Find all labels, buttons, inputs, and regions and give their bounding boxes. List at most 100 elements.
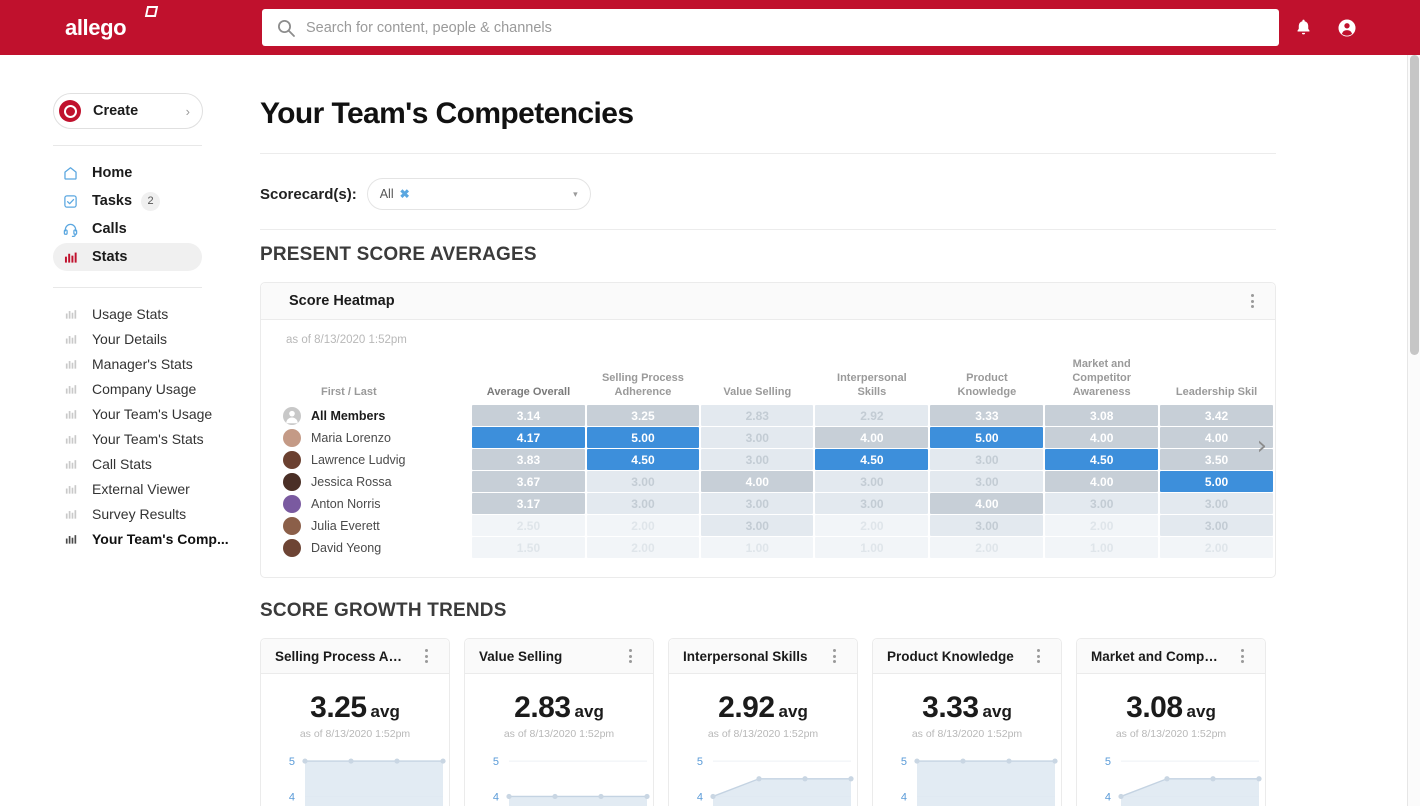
sidebar-item-stats[interactable]: Stats	[53, 243, 202, 271]
bell-icon[interactable]	[1293, 17, 1314, 38]
table-row[interactable]: Maria Lorenzo 4.17 5.00 3.00 4.00 5.00 4.00 4.0…	[283, 427, 1273, 449]
scorecard-select[interactable]: All ✖ ▾	[366, 178, 591, 210]
heatmap-score-cell[interactable]: 3.42	[1160, 405, 1273, 427]
heatmap-score-cell[interactable]: 2.83	[701, 405, 814, 427]
more-options-icon[interactable]	[1029, 647, 1047, 665]
heatmap-score-cell[interactable]: 3.25	[586, 405, 700, 427]
heatmap-score-cell[interactable]: 3.00	[815, 493, 929, 515]
heatmap-score-cell[interactable]: 1.50	[472, 537, 585, 559]
heatmap-score-cell[interactable]: 2.00	[1160, 537, 1273, 559]
table-row[interactable]: David Yeong 1.50 2.00 1.00 1.00 2.00 1.00 2.00	[283, 537, 1273, 559]
heatmap-score-cell[interactable]: 3.17	[472, 493, 585, 515]
table-row[interactable]: All Members 3.14 3.25 2.83 2.92 3.33 3.08 3.42	[283, 405, 1273, 427]
heatmap-score-cell[interactable]: 3.00	[701, 427, 814, 449]
sidebar-item-home[interactable]: Home	[53, 159, 202, 187]
heatmap-score-cell[interactable]: 3.33	[930, 405, 1044, 427]
table-row[interactable]: Lawrence Ludvig 3.83 4.50 3.00 4.50 3.00 4.50 3…	[283, 449, 1273, 471]
heatmap-score-cell[interactable]: 3.00	[930, 515, 1044, 537]
table-row[interactable]: Jessica Rossa 3.67 3.00 4.00 3.00 3.00 4.00 5.0…	[283, 471, 1273, 493]
bar-chart-icon	[61, 504, 80, 523]
heatmap-score-cell[interactable]: 4.00	[1045, 427, 1159, 449]
more-options-icon[interactable]	[417, 647, 435, 665]
sidebar-subitem-your-team-s-comp[interactable]: Your Team's Comp...	[53, 526, 229, 551]
heatmap-score-cell[interactable]: 3.00	[1045, 493, 1159, 515]
heatmap-score-cell[interactable]: 2.00	[586, 537, 700, 559]
heatmap-score-cell[interactable]: 3.00	[930, 471, 1044, 493]
more-options-icon[interactable]	[1243, 292, 1261, 310]
heatmap-score-cell[interactable]: 3.14	[472, 405, 585, 427]
heatmap-member-cell: Julia Everett	[283, 515, 470, 536]
sidebar-subitem-external-viewer[interactable]: External Viewer	[53, 476, 216, 501]
heatmap-score-cell[interactable]: 3.00	[815, 471, 929, 493]
bar-chart-icon	[61, 248, 80, 267]
more-options-icon[interactable]	[621, 647, 639, 665]
heatmap-score-cell[interactable]: 4.00	[930, 493, 1044, 515]
heatmap-score-cell[interactable]: 5.00	[1160, 471, 1273, 493]
heatmap-column-header: Selling Process Adherence	[601, 371, 684, 398]
heatmap-score-cell[interactable]: 4.50	[586, 449, 700, 471]
bar-chart-icon	[61, 454, 80, 473]
sidebar-subitem-your-team-s-usage[interactable]: Your Team's Usage	[53, 401, 216, 426]
heatmap-member-cell: Lawrence Ludvig	[283, 449, 470, 470]
allego-logo[interactable]: allego	[65, 5, 159, 41]
global-search[interactable]	[262, 9, 1279, 46]
heatmap-score-cell[interactable]: 3.00	[701, 515, 814, 537]
heatmap-score-cell[interactable]: 1.00	[815, 537, 929, 559]
sidebar-subitem-your-details[interactable]: Your Details	[53, 326, 216, 351]
trend-asof: as of 8/13/2020 1:52pm	[299, 728, 411, 740]
sidebar-item-tasks[interactable]: Tasks 2	[53, 187, 202, 215]
heatmap-score-cell[interactable]: 3.83	[472, 449, 585, 471]
heatmap-score-cell[interactable]: 3.67	[472, 471, 585, 493]
page-scrollbar-thumb[interactable]	[1410, 55, 1419, 355]
heatmap-score-cell[interactable]: 2.00	[586, 515, 700, 537]
heatmap-score-cell[interactable]: 2.92	[815, 405, 929, 427]
heatmap-score-cell[interactable]: 5.00	[586, 427, 700, 449]
heatmap-score-cell[interactable]: 3.00	[930, 449, 1044, 471]
trend-average: 2.92 avg	[669, 691, 857, 725]
heatmap-scroll-right-icon[interactable]: ›	[1257, 433, 1267, 459]
sidebar-item-calls[interactable]: Calls	[53, 215, 202, 243]
sidebar-subitem-manager-s-stats[interactable]: Manager's Stats	[53, 351, 216, 376]
heatmap-score-cell[interactable]: 3.00	[701, 449, 814, 471]
heatmap-score-cell[interactable]: 3.00	[701, 493, 814, 515]
heatmap-score-cell[interactable]: 4.50	[1045, 449, 1159, 471]
heatmap-score-cell[interactable]: 4.00	[815, 427, 929, 449]
close-icon[interactable]: ✖	[400, 187, 410, 201]
sidebar-subitem-label: Usage Stats	[92, 305, 169, 322]
heatmap-score-cell[interactable]: 2.00	[815, 515, 929, 537]
trend-card: Interpersonal Skills 2.92 avg as of 8/13/20…	[668, 638, 858, 806]
user-circle-icon[interactable]	[1336, 17, 1358, 39]
heatmap-score-cell[interactable]: 2.00	[1045, 515, 1159, 537]
heatmap-score-cell[interactable]: 4.50	[815, 449, 929, 471]
more-options-icon[interactable]	[825, 647, 843, 665]
heatmap-score-cell[interactable]: 3.00	[1160, 515, 1273, 537]
sidebar-subitem-your-team-s-stats[interactable]: Your Team's Stats	[53, 426, 216, 451]
table-row[interactable]: Julia Everett 2.50 2.00 3.00 2.00 3.00 2.00 3.0…	[283, 515, 1273, 537]
heatmap-score-cell[interactable]: 3.00	[586, 493, 700, 515]
more-options-icon[interactable]	[1233, 647, 1251, 665]
heatmap-score-cell[interactable]: 4.00	[701, 471, 814, 493]
sidebar-subitem-usage-stats[interactable]: Usage Stats	[53, 301, 216, 326]
sidebar-subitem-call-stats[interactable]: Call Stats	[53, 451, 216, 476]
heatmap-score-cell[interactable]: 1.00	[701, 537, 814, 559]
heatmap-score-cell[interactable]: 5.00	[930, 427, 1044, 449]
heatmap-score-cell[interactable]: 4.17	[472, 427, 585, 449]
sidebar-subitem-survey-results[interactable]: Survey Results	[53, 501, 216, 526]
heatmap-score-cell[interactable]: 2.00	[930, 537, 1044, 559]
trend-asof: as of 8/13/2020 1:52pm	[1115, 728, 1227, 740]
heatmap-score-cell[interactable]: 3.00	[1160, 493, 1273, 515]
create-button[interactable]: Create ›	[53, 93, 203, 129]
sidebar-primary-nav: Home Tasks 2 Calls Stats	[0, 159, 230, 271]
page-scrollbar[interactable]	[1407, 55, 1420, 806]
sidebar-subitem-company-usage[interactable]: Company Usage	[53, 376, 216, 401]
heatmap-score-cell[interactable]: 4.00	[1045, 471, 1159, 493]
search-input[interactable]	[306, 19, 1267, 36]
heatmap-score-cell[interactable]: 1.00	[1045, 537, 1159, 559]
sidebar-item-label: Home	[92, 165, 133, 181]
table-row[interactable]: Anton Norris 3.17 3.00 3.00 3.00 4.00 3.00 3.00	[283, 493, 1273, 515]
heatmap-member-cell: Maria Lorenzo	[283, 427, 470, 448]
heatmap-score-cell[interactable]: 3.00	[586, 471, 700, 493]
heatmap-score-cell[interactable]: 3.08	[1045, 405, 1159, 427]
heatmap-scroll-area[interactable]: First / Last Average Overall Selling Proce…	[261, 357, 1275, 559]
heatmap-score-cell[interactable]: 2.50	[472, 515, 585, 537]
